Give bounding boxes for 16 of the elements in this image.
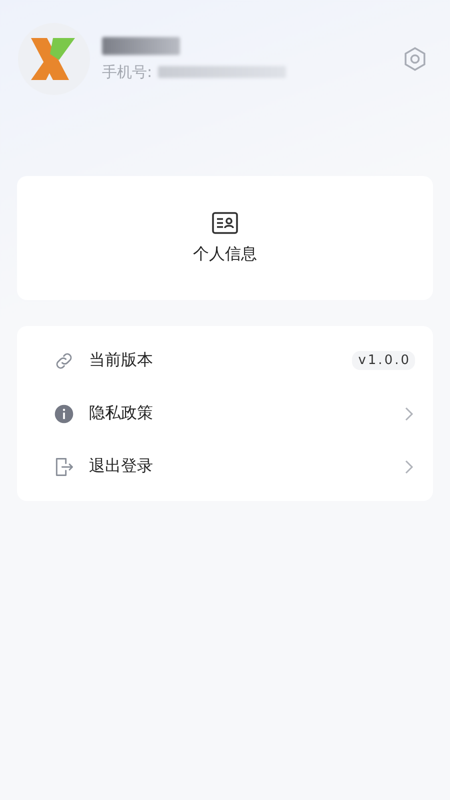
personal-info-card[interactable]: 个人信息 [17, 176, 433, 300]
id-card-icon [212, 212, 238, 234]
menu-item[interactable]: 隐私政策 [17, 387, 433, 440]
menu-item[interactable]: 退出登录 [17, 440, 433, 493]
phone-label: 手机号: [102, 62, 152, 82]
card-label: 个人信息 [193, 244, 257, 264]
settings-icon[interactable] [402, 46, 428, 72]
menu-label: 当前版本 [89, 350, 154, 371]
chevron-right-icon [403, 406, 415, 422]
info-icon [53, 402, 75, 424]
menu-item[interactable]: 当前版本 v1.0.0 [17, 334, 433, 387]
logout-icon [53, 456, 75, 478]
version-badge: v1.0.0 [352, 351, 415, 370]
chevron-right-icon [403, 458, 415, 474]
menu-label: 隐私政策 [89, 403, 154, 424]
menu-label: 退出登录 [89, 456, 154, 477]
